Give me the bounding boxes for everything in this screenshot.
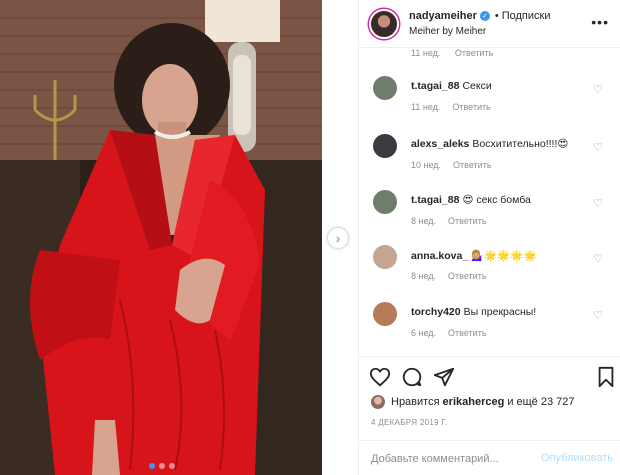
comment-item: t.tagai_88 😍 секс бомба 8 нед. Ответить ♡ — [359, 190, 620, 246]
reply-link[interactable]: Ответить — [452, 102, 490, 112]
comment-item: alexs_aleks Восхитительно!!!!😍 10 нед. Отв… — [359, 134, 620, 190]
liker-avatar — [371, 395, 385, 409]
comment-time: 10 нед. — [411, 160, 442, 170]
comments-list[interactable]: 11 нед. Ответить t.tagai_88 Секси 11 нед.… — [359, 48, 620, 356]
verified-badge-icon: ✓ — [479, 11, 490, 21]
comment-time: 11 нед. — [411, 48, 441, 58]
comment-item: anna.kova_ 💁🏼‍♀️🌟🌟🌟🌟 8 нед. Ответить ♡ — [359, 245, 620, 301]
commenter-username[interactable]: torchy420 — [411, 306, 461, 318]
comment-text: Восхитительно!!!!😍 — [472, 138, 569, 150]
comment-input[interactable] — [371, 450, 531, 468]
commenter-avatar[interactable] — [373, 134, 397, 158]
post-side-panel: nadyameiher ✓ • Подписки Meiher by Meihe… — [358, 0, 620, 475]
commenter-avatar[interactable] — [373, 245, 397, 269]
publish-button[interactable]: Опубликовать — [541, 452, 613, 464]
comment-time: 8 нед. — [411, 216, 437, 226]
carousel-dot-1 — [149, 463, 155, 469]
header-separator: • — [494, 10, 499, 22]
carousel-dots — [149, 463, 175, 469]
comment-text: 😍 секс бомба — [462, 194, 531, 206]
reply-link[interactable]: Ответить — [455, 48, 493, 58]
liker-username[interactable]: erikaherceg — [443, 396, 505, 408]
commenter-username[interactable]: t.tagai_88 — [411, 80, 459, 92]
comment-text: 💁🏼‍♀️🌟🌟🌟🌟 — [471, 250, 537, 262]
likes-count[interactable]: и ещё 23 727 — [507, 396, 574, 408]
reply-link[interactable]: Ответить — [448, 271, 486, 281]
comment-like-heart-icon[interactable]: ♡ — [593, 83, 603, 96]
likes-prefix: Нравится — [391, 396, 440, 408]
post-date[interactable]: 4 ДЕКАБРЯ 2019 Г. — [371, 418, 448, 427]
commenter-username[interactable]: t.tagai_88 — [411, 194, 459, 206]
chevron-right-icon: › — [335, 230, 341, 246]
comment-time: 11 нед. — [411, 102, 441, 112]
carousel-dot-3 — [169, 463, 175, 469]
reply-link[interactable]: Ответить — [448, 328, 486, 338]
partial-comment-meta: 11 нед. Ответить — [411, 48, 505, 58]
likes-summary[interactable]: Нравится erikaherceg и ещё 23 727 — [371, 395, 575, 409]
comment-like-heart-icon[interactable]: ♡ — [593, 309, 603, 322]
comment-like-heart-icon[interactable]: ♡ — [593, 141, 603, 154]
add-comment-bar: Опубликовать — [359, 440, 620, 475]
author-subtitle[interactable]: Meiher by Meiher — [409, 26, 486, 37]
comment-like-heart-icon[interactable]: ♡ — [593, 197, 603, 210]
commenter-username[interactable]: anna.kova_ — [411, 250, 468, 262]
share-paper-plane-icon[interactable] — [433, 366, 455, 388]
comment-time: 6 нед. — [411, 328, 437, 338]
comment-text: Вы прекрасны! — [463, 306, 537, 318]
comment-like-heart-icon[interactable]: ♡ — [593, 252, 603, 265]
comment-item: torchy420 Вы прекрасны! 6 нед. Ответить ♡ — [359, 302, 620, 356]
following-button[interactable]: Подписки — [502, 10, 551, 22]
comment-bubble-icon[interactable] — [401, 366, 423, 388]
commenter-avatar[interactable] — [373, 190, 397, 214]
author-avatar[interactable] — [369, 9, 399, 39]
carousel-dot-2 — [159, 463, 165, 469]
reply-link[interactable]: Ответить — [453, 160, 491, 170]
like-heart-icon[interactable] — [369, 366, 391, 388]
post-photo[interactable] — [0, 0, 322, 475]
carousel-next-button[interactable]: › — [327, 227, 349, 249]
post-header: nadyameiher ✓ • Подписки Meiher by Meihe… — [359, 0, 620, 48]
reply-link[interactable]: Ответить — [448, 216, 486, 226]
post-actions-bar — [359, 356, 620, 396]
comment-time: 8 нед. — [411, 271, 437, 281]
bookmark-icon[interactable] — [595, 366, 617, 388]
comment-text: Секси — [462, 80, 492, 92]
commenter-username[interactable]: alexs_aleks — [411, 138, 469, 150]
author-username[interactable]: nadyameiher — [409, 10, 477, 22]
comment-item: t.tagai_88 Секси 11 нед. Ответить ♡ — [359, 76, 620, 132]
commenter-avatar[interactable] — [373, 302, 397, 326]
photo-illustration — [0, 0, 322, 475]
more-options-icon[interactable]: ••• — [591, 14, 609, 30]
commenter-avatar[interactable] — [373, 76, 397, 100]
